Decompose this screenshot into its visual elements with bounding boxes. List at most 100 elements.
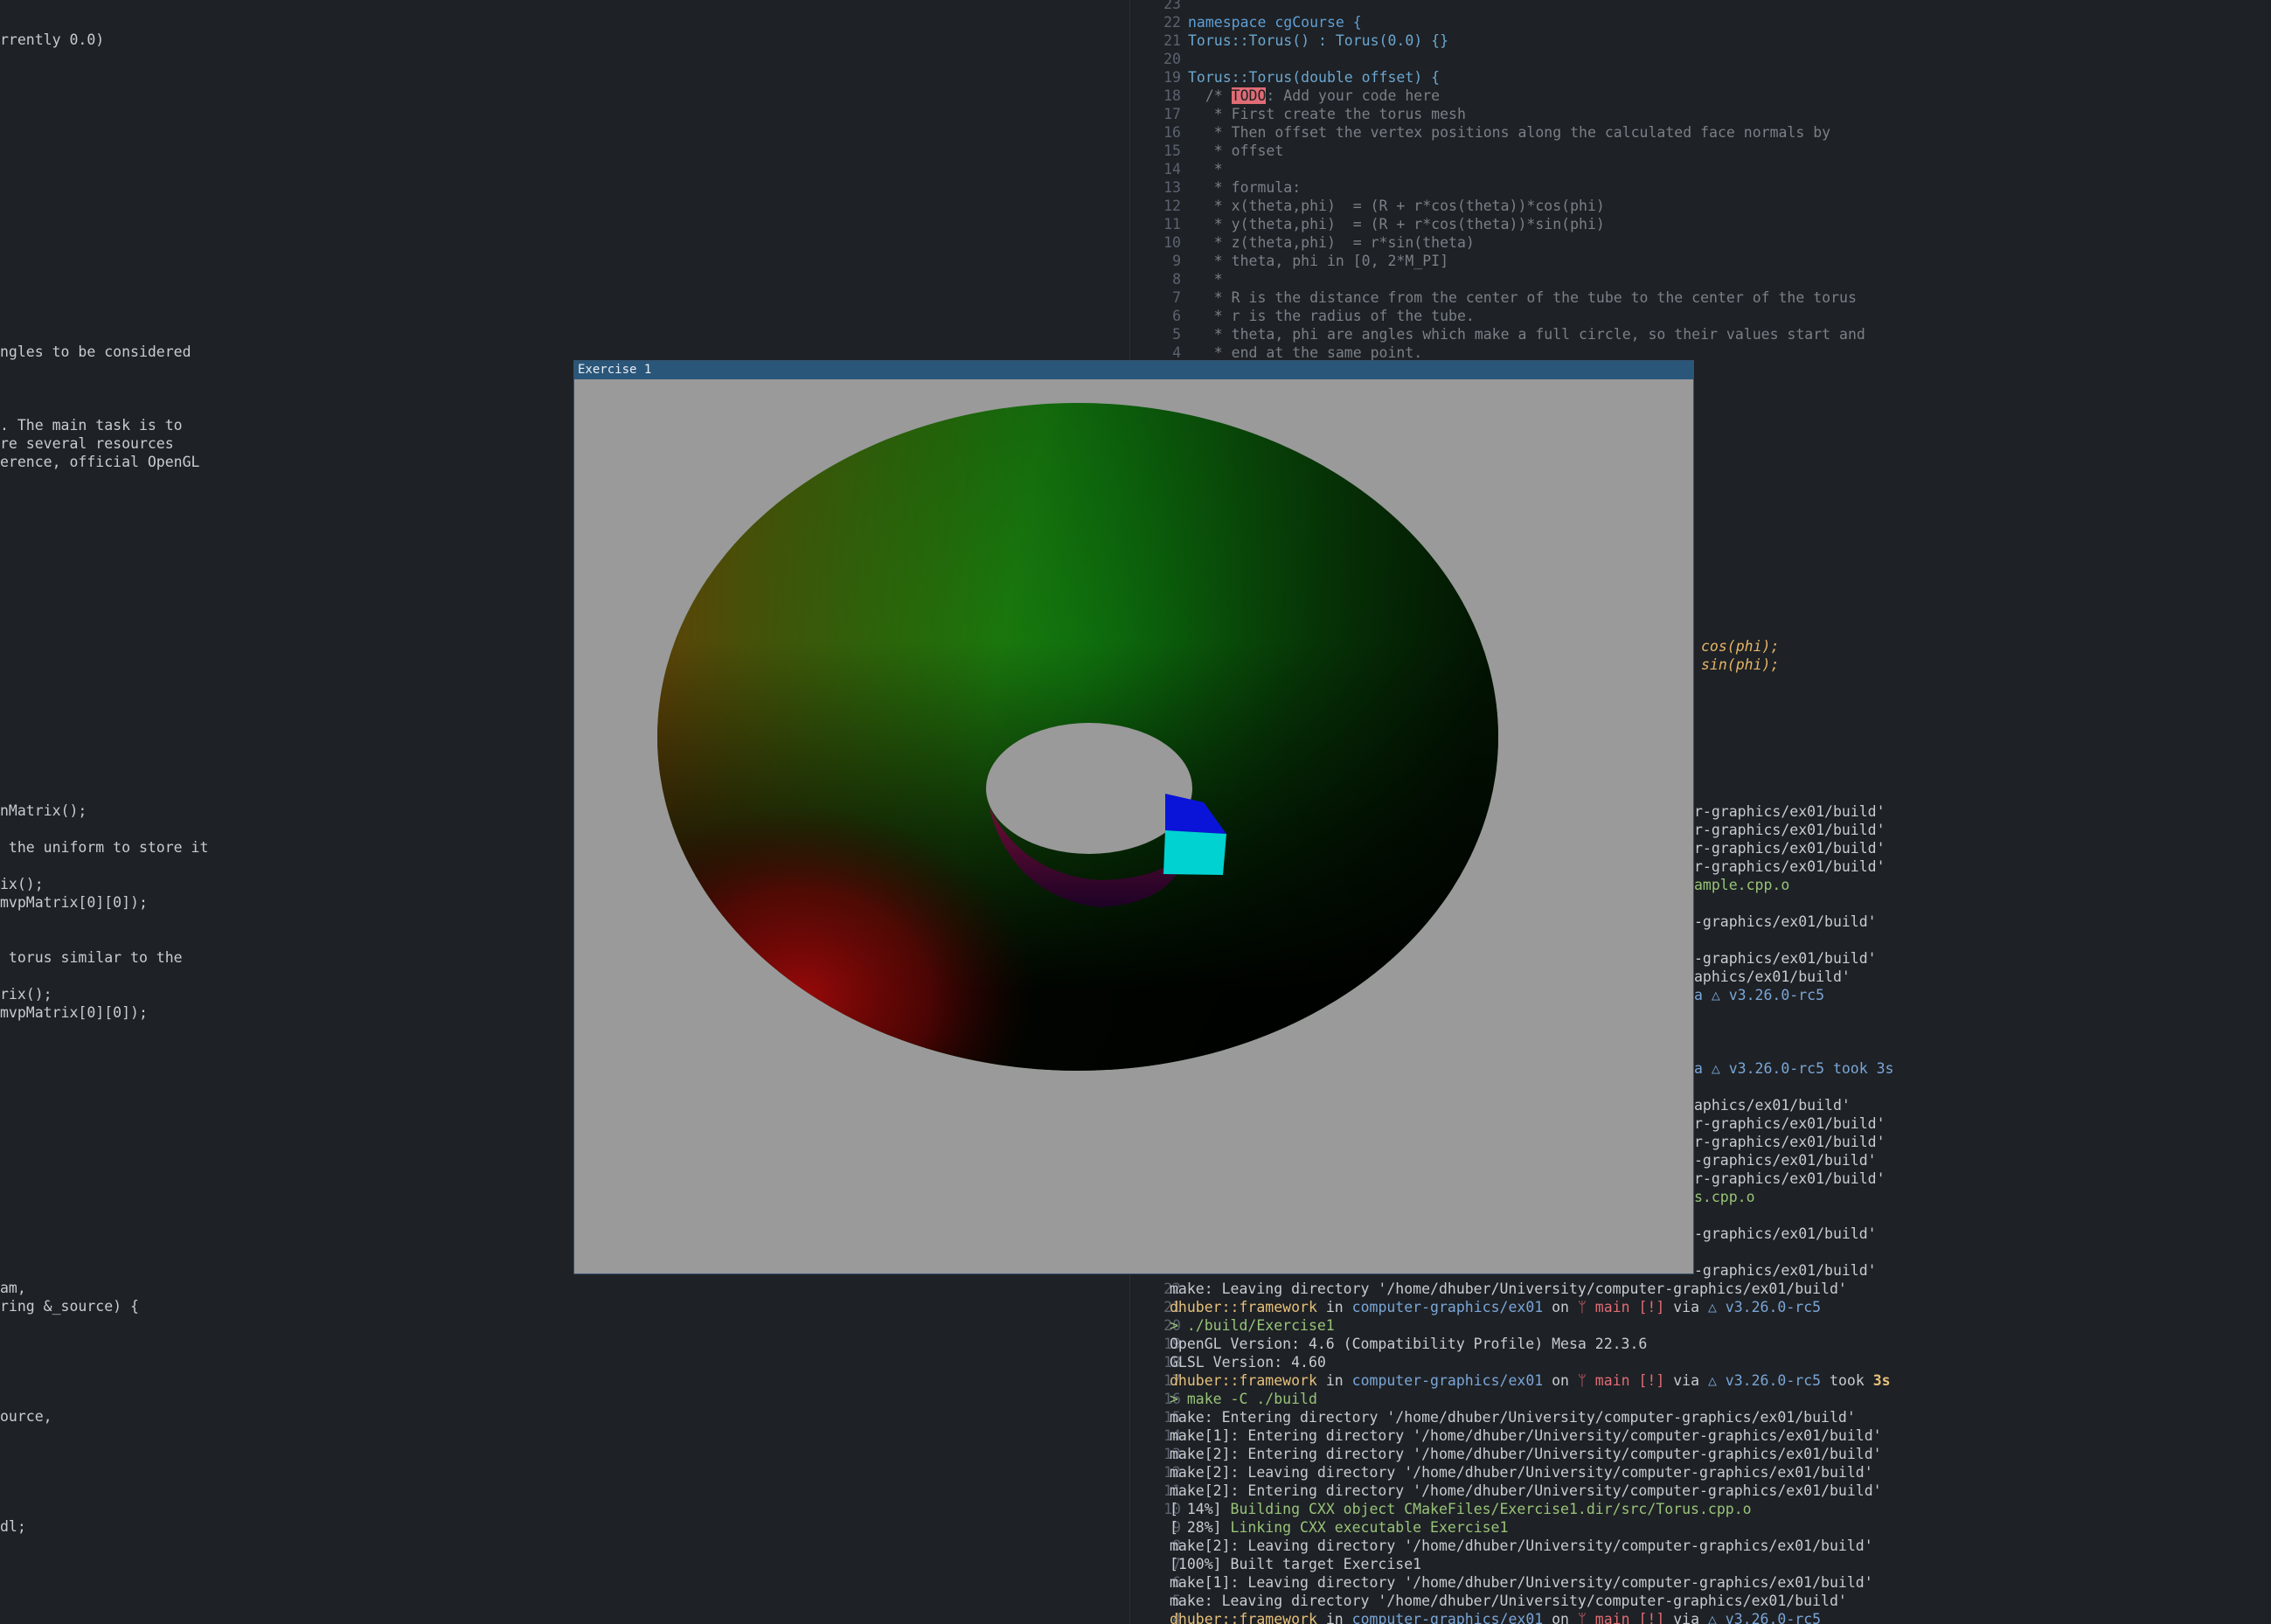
terminal-line: 22 make: Leaving directory '/home/dhuber/… <box>1130 1280 2271 1298</box>
torus-hole <box>986 723 1192 854</box>
build-percent: [ 14%] <box>1170 1501 1222 1517</box>
terminal-line: 6 make[1]: Leaving directory '/home/dhube… <box>1130 1573 2271 1592</box>
command-text: > make -C ./build <box>1170 1391 1317 1407</box>
line-number: 13 <box>1163 179 1181 196</box>
code-line: 9 * theta, phi in [0, 2*M_PI] <box>1130 252 2271 270</box>
output-text: make[2]: Entering directory '/home/dhube… <box>1170 1446 1882 1462</box>
terminal-line: aphics/ex01/build' <box>1694 1096 1851 1114</box>
terminal-text: -graphics/ex01/build' <box>1694 950 1877 967</box>
line-number: 12 <box>1163 198 1181 214</box>
build-percent: [ 28%] <box>1170 1519 1222 1536</box>
terminal-line: a △ v3.26.0-rc5 took 3s <box>1694 1059 1893 1078</box>
opengl-window[interactable]: Exercise 1 <box>573 360 1694 1274</box>
terminal-line: 17 dhuber::framework in computer-graphics… <box>1130 1371 2271 1390</box>
terminal-line: 9[ 28%] Linking CXX executable Exercise1 <box>1130 1518 2271 1537</box>
terminal-line: 13 make[2]: Entering directory '/home/dhu… <box>1130 1445 2271 1463</box>
line-number: 11 <box>1163 216 1181 232</box>
build-message: Building CXX object CMakeFiles/Exercise1… <box>1221 1501 1752 1517</box>
output-text: make[1]: Leaving directory '/home/dhuber… <box>1170 1574 1873 1591</box>
line-number: 19 <box>1163 69 1181 86</box>
prompt-dir: computer-graphics/ex01 <box>1351 1372 1544 1389</box>
terminal-line: r-graphics/ex01/build' <box>1694 821 1886 839</box>
output-text: make: Leaving directory '/home/dhuber/Un… <box>1170 1280 1847 1297</box>
line-number: 7 <box>1172 289 1181 306</box>
terminal-text: r-graphics/ex01/build' <box>1694 1170 1886 1187</box>
terminal-line: 16 > make -C ./build <box>1130 1390 2271 1408</box>
terminal-line: r-graphics/ex01/build' <box>1694 1114 1886 1133</box>
code-line: 6 * r is the radius of the tube. <box>1130 307 2271 325</box>
prompt-in: in <box>1316 1611 1352 1624</box>
terminal-text: dhuber::framework in computer-graphics/e… <box>1170 1298 1821 1316</box>
code-text: * r is the radius of the tube. <box>1188 308 1475 324</box>
output-text: [100%] Built target Exercise1 <box>1170 1556 1422 1572</box>
prompt-via: via <box>1664 1611 1708 1624</box>
terminal-text: make[1]: Leaving directory '/home/dhuber… <box>1170 1573 1873 1592</box>
terminal-text: r-graphics/ex01/build' <box>1694 858 1886 875</box>
prompt-user: dhuber::framework <box>1170 1299 1317 1315</box>
code-text: dl; <box>0 1518 26 1535</box>
prompt-via: via <box>1664 1299 1708 1315</box>
prompt-on: on <box>1543 1611 1578 1624</box>
line-number: 5 <box>1172 326 1181 343</box>
terminal-text: make: Leaving directory '/home/dhuber/Un… <box>1170 1280 1847 1298</box>
code-text: * R is the distance from the center of t… <box>1188 289 1857 306</box>
line-number: 18 <box>1163 87 1181 104</box>
render-canvas[interactable] <box>574 379 1693 1274</box>
terminal-text: make[1]: Entering directory '/home/dhube… <box>1170 1426 1882 1445</box>
terminal-text: ample.cpp.o <box>1694 877 1790 893</box>
window-title[interactable]: Exercise 1 <box>574 361 1693 379</box>
code-line: 21 Torus::Torus() : Torus(0.0) {} <box>1130 31 2271 50</box>
terminal-text: a △ v3.26.0-rc5 took 3s <box>1694 1060 1894 1077</box>
terminal-text: r-graphics/ex01/build' <box>1694 803 1886 820</box>
code-line: 18 /* TODO: Add your code here <box>1130 87 2271 105</box>
line-number: 20 <box>1163 51 1181 67</box>
terminal-text: [100%] Built target Exercise1 <box>1170 1555 1421 1573</box>
terminal-text: [ 28%] Linking CXX executable Exercise1 <box>1170 1518 1508 1537</box>
code-line: 23 <box>1130 0 2271 13</box>
output-text: make: Entering directory '/home/dhuber/U… <box>1170 1409 1856 1426</box>
terminal-text: make: Leaving directory '/home/dhuber/Un… <box>1170 1592 1847 1610</box>
code-line: 10 * z(theta,phi) = r*sin(theta) <box>1130 233 2271 252</box>
terminal-text: -graphics/ex01/build' <box>1694 1262 1877 1279</box>
terminal-text: GLSL Version: 4.60 <box>1170 1353 1326 1371</box>
code-text: ring &_source) { <box>0 1298 139 1315</box>
output-text: make: Leaving directory '/home/dhuber/Un… <box>1170 1593 1847 1609</box>
line-number: 21 <box>1163 32 1181 49</box>
terminal-text: a △ v3.26.0-rc5 <box>1694 987 1825 1003</box>
terminal-text: r-graphics/ex01/build' <box>1694 822 1886 838</box>
code-text: Torus::Torus() : Torus(0.0) {} <box>1188 32 1449 49</box>
output-text: make[2]: Leaving directory '/home/dhuber… <box>1170 1537 1873 1554</box>
code-text: the uniform to store it <box>0 839 209 856</box>
terminal-line: 18 GLSL Version: 4.60 <box>1130 1353 2271 1371</box>
terminal-line: 5 make: Leaving directory '/home/dhuber/U… <box>1130 1592 2271 1610</box>
terminal-text: aphics/ex01/build' <box>1694 968 1851 985</box>
terminal-text: r-graphics/ex01/build' <box>1694 840 1886 857</box>
code-text: * <box>1188 161 1223 177</box>
code-line: 8 * <box>1130 270 2271 288</box>
code-text: namespace cgCourse { <box>1188 14 1362 31</box>
code-text: * z(theta,phi) = r*sin(theta) <box>1188 234 1475 251</box>
code-line: 14 * <box>1130 160 2271 178</box>
terminal-text: dhuber::framework in computer-graphics/e… <box>1170 1610 1821 1624</box>
code-text: * First create the torus mesh <box>1188 106 1466 122</box>
terminal-text: s.cpp.o <box>1694 1189 1755 1205</box>
terminal-line: 11 make[2]: Entering directory '/home/dhu… <box>1130 1482 2271 1500</box>
terminal-line: -graphics/ex01/build' <box>1694 1151 1877 1169</box>
code-text: mvpMatrix[0][0]); <box>0 1004 148 1021</box>
line-number: 22 <box>1163 14 1181 31</box>
terminal-text: dhuber::framework in computer-graphics/e… <box>1170 1371 1891 1390</box>
code-text: * theta, phi are angles which make a ful… <box>1188 326 1865 343</box>
terminal-line: a △ v3.26.0-rc5 <box>1694 986 1824 1004</box>
line-number: 23 <box>1163 0 1181 12</box>
code-text: re several resources <box>0 435 174 452</box>
prompt-user: dhuber::framework <box>1170 1611 1317 1624</box>
terminal-line: r-graphics/ex01/build' <box>1694 839 1886 857</box>
line-number: 4 <box>1172 344 1181 361</box>
prompt-branch: ᛘ main <box>1577 1372 1630 1389</box>
terminal-line: ample.cpp.o <box>1694 876 1789 894</box>
prompt-branch: ᛘ main <box>1577 1299 1630 1315</box>
todo-highlight: TODO <box>1231 87 1267 104</box>
code-line: 17 * First create the torus mesh <box>1130 105 2271 123</box>
prompt-version: △ v3.26.0-rc5 <box>1707 1299 1822 1315</box>
code-text: cos(phi); <box>1701 638 1780 655</box>
